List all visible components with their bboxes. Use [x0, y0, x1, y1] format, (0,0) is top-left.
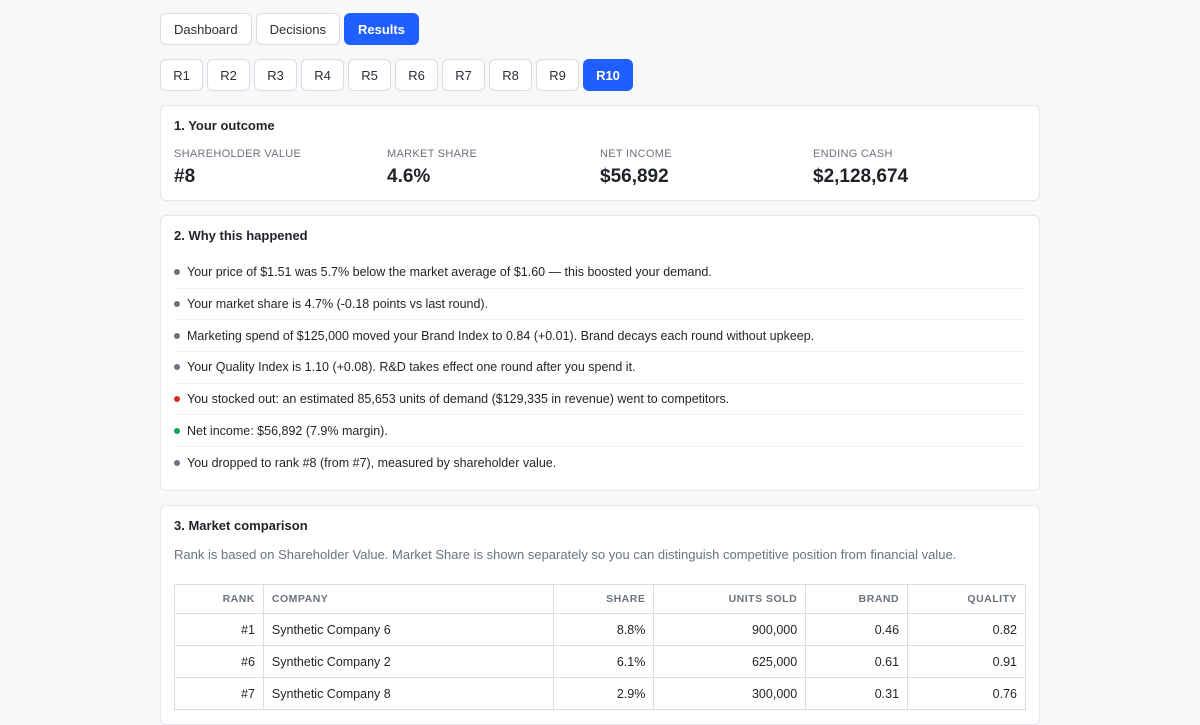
- bullet-dot-icon: [174, 459, 180, 466]
- cell-company: Synthetic Company 6: [262, 613, 555, 646]
- comparison-title: 3. Market comparison: [174, 518, 308, 533]
- outcome-metrics: SHAREHOLDER VALUE #8 MARKET SHARE 4.6% N…: [174, 148, 1026, 188]
- cell-units-sold: 625,000: [653, 645, 807, 678]
- round-selector: R1 R2 R3 R4 R5 R6 R7 R8 R9 R10: [160, 59, 1040, 91]
- column-header-units-sold[interactable]: UNITS SOLD: [653, 584, 807, 614]
- list-item: Your Quality Index is 1.10 (+0.08). R&D …: [174, 352, 1026, 384]
- bullet-dot-icon: [174, 364, 180, 371]
- metric-label: SHAREHOLDER VALUE: [174, 148, 302, 160]
- round-button-r10[interactable]: R10: [583, 59, 633, 91]
- cell-brand: 0.31: [805, 677, 909, 710]
- list-item: Your market share is 4.7% (-0.18 points …: [174, 289, 1026, 321]
- metric-label: NET INCOME: [600, 148, 672, 160]
- cell-quality: 0.91: [907, 645, 1026, 678]
- bullet-dot-icon: [174, 301, 180, 308]
- cell-share: 8.8%: [553, 613, 655, 646]
- round-button-r1[interactable]: R1: [160, 59, 203, 91]
- outcome-card: 1. Your outcome SHAREHOLDER VALUE #8 MAR…: [160, 105, 1040, 201]
- column-header-rank[interactable]: RANK: [174, 584, 264, 614]
- round-button-r4[interactable]: R4: [301, 59, 344, 91]
- cell-company: Synthetic Company 8: [262, 677, 555, 710]
- table-row: #6 Synthetic Company 2 6.1% 625,000 0.61…: [174, 645, 1026, 678]
- reason-text: Marketing spend of $125,000 moved your B…: [187, 328, 815, 343]
- column-header-company[interactable]: COMPANY: [262, 584, 555, 614]
- column-header-brand[interactable]: BRAND: [805, 584, 909, 614]
- reason-text: You stocked out: an estimated 85,653 uni…: [187, 392, 730, 407]
- reason-text: Net income: $56,892 (7.9% margin).: [187, 423, 388, 438]
- metric-value: $2,128,674: [813, 166, 909, 187]
- metric-label: ENDING CASH: [813, 148, 893, 160]
- round-button-r2[interactable]: R2: [207, 59, 250, 91]
- why-title: 2. Why this happened: [174, 228, 308, 243]
- metric-label: MARKET SHARE: [387, 148, 478, 160]
- cell-brand: 0.46: [805, 613, 909, 646]
- reason-text: Your market share is 4.7% (-0.18 points …: [187, 297, 489, 312]
- round-button-r3[interactable]: R3: [254, 59, 297, 91]
- table-row: #1 Synthetic Company 6 8.8% 900,000 0.46…: [174, 613, 1026, 646]
- reason-text: Your price of $1.51 was 5.7% below the m…: [187, 265, 712, 280]
- list-item: You dropped to rank #8 (from #7), measur…: [174, 447, 1026, 479]
- cell-quality: 0.82: [907, 613, 1026, 646]
- metric-value: #8: [174, 166, 196, 187]
- list-item: Marketing spend of $125,000 moved your B…: [174, 320, 1026, 353]
- cell-company: Synthetic Company 2: [262, 645, 555, 678]
- cell-share: 6.1%: [553, 645, 655, 678]
- column-header-quality[interactable]: QUALITY: [907, 584, 1026, 614]
- tab-dashboard[interactable]: Dashboard: [160, 13, 252, 45]
- cell-brand: 0.61: [805, 645, 909, 678]
- list-item: You stocked out: an estimated 85,653 uni…: [174, 384, 1026, 416]
- metric-ending-cash: ENDING CASH $2,128,674: [813, 148, 1026, 188]
- reason-list: Your price of $1.51 was 5.7% below the m…: [174, 257, 1026, 479]
- list-item: Your price of $1.51 was 5.7% below the m…: [174, 257, 1026, 289]
- metric-market-share: MARKET SHARE 4.6%: [387, 148, 600, 188]
- tab-results[interactable]: Results: [343, 13, 419, 45]
- table-row: #7 Synthetic Company 8 2.9% 300,000 0.31…: [174, 677, 1026, 710]
- comparison-table: RANK COMPANY SHARE UNITS SOLD BRAND QUAL…: [174, 584, 1026, 710]
- metric-shareholder-value: SHAREHOLDER VALUE #8: [174, 148, 387, 188]
- metric-value: $56,892: [600, 166, 669, 187]
- success-dot-icon: [174, 427, 180, 434]
- metric-net-income: NET INCOME $56,892: [600, 148, 813, 188]
- warning-dot-icon: [174, 396, 180, 403]
- outcome-title: 1. Your outcome: [174, 118, 275, 133]
- round-button-r7[interactable]: R7: [442, 59, 485, 91]
- table-header-row: RANK COMPANY SHARE UNITS SOLD BRAND QUAL…: [174, 584, 1026, 614]
- cell-quality: 0.76: [907, 677, 1026, 710]
- list-item: Net income: $56,892 (7.9% margin).: [174, 415, 1026, 448]
- cell-units-sold: 300,000: [653, 677, 807, 710]
- main-tabs: Dashboard Decisions Results: [160, 13, 1040, 45]
- cell-rank: #7: [174, 677, 264, 710]
- round-button-r8[interactable]: R8: [489, 59, 532, 91]
- reason-text: You dropped to rank #8 (from #7), measur…: [187, 455, 557, 470]
- cell-share: 2.9%: [553, 677, 655, 710]
- bullet-dot-icon: [174, 332, 180, 339]
- comparison-note: Rank is based on Shareholder Value. Mark…: [174, 547, 957, 562]
- reason-text: Your Quality Index is 1.10 (+0.08). R&D …: [187, 360, 636, 375]
- cell-units-sold: 900,000: [653, 613, 807, 646]
- round-button-r5[interactable]: R5: [348, 59, 391, 91]
- why-card: 2. Why this happened Your price of $1.51…: [160, 215, 1040, 491]
- comparison-card: 3. Market comparison Rank is based on Sh…: [160, 505, 1040, 725]
- metric-value: 4.6%: [387, 166, 431, 187]
- results-page: Dashboard Decisions Results R1 R2 R3 R4 …: [160, 13, 1040, 725]
- round-button-r9[interactable]: R9: [536, 59, 579, 91]
- cell-rank: #6: [174, 645, 264, 678]
- cell-rank: #1: [174, 613, 264, 646]
- round-button-r6[interactable]: R6: [395, 59, 438, 91]
- column-header-share[interactable]: SHARE: [553, 584, 655, 614]
- bullet-dot-icon: [174, 269, 180, 276]
- tab-decisions[interactable]: Decisions: [255, 13, 340, 45]
